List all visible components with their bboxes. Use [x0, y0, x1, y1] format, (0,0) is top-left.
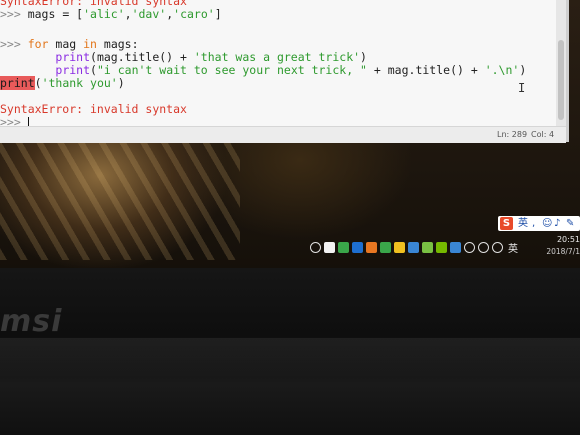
- volume-icon[interactable]: [492, 242, 503, 253]
- code-token: 'dav': [131, 7, 167, 21]
- shell-line: >>> mags = ['alic','dav','caro']: [0, 8, 222, 21]
- shell-prompt: >>>: [0, 37, 28, 51]
- ime-lang-indicator[interactable]: 英: [518, 216, 528, 231]
- code-token: ,: [124, 7, 132, 21]
- ime-skin-icon[interactable]: ✎: [566, 216, 574, 231]
- code-token: SyntaxError: invalid syntax: [0, 102, 187, 116]
- code-token: + mag.title() +: [366, 63, 485, 77]
- sogou-logo[interactable]: S: [500, 217, 513, 230]
- nvidia-icon[interactable]: [436, 242, 447, 253]
- media-icon[interactable]: [394, 242, 405, 253]
- code-token: (: [34, 76, 42, 90]
- browser-icon[interactable]: [366, 242, 377, 253]
- graphics-icon[interactable]: [422, 242, 433, 253]
- code-token: for: [27, 37, 49, 51]
- brand-logo: msi: [0, 304, 63, 339]
- ime-punct-icon[interactable]: ,: [532, 216, 535, 231]
- code-token: (mag.title() +: [90, 50, 194, 64]
- code-token: "i can't wait to see your next trick, ": [96, 63, 367, 77]
- code-token: (: [90, 63, 97, 77]
- code-token: 'that was a great trick': [193, 50, 361, 64]
- ime-voice-icon[interactable]: ♪: [554, 216, 560, 231]
- code-token: 'thank you': [41, 76, 118, 90]
- code-token: ): [117, 76, 125, 90]
- ime-emoji-icon[interactable]: ☺: [542, 216, 552, 231]
- scrollbar-thumb[interactable]: [558, 40, 564, 120]
- code-token: 'caro': [173, 7, 215, 21]
- status-bar: Ln: 289 Col: 4: [0, 126, 566, 143]
- code-token: mags:: [96, 37, 139, 51]
- python-idle-window: SyntaxError: invalid syntax >>> mags = ['…: [0, 0, 569, 143]
- shell-line: SyntaxError: invalid syntax: [0, 103, 187, 116]
- app-icon[interactable]: [352, 242, 363, 253]
- language-indicator[interactable]: 英: [508, 240, 518, 255]
- code-token: print: [55, 50, 91, 64]
- code-token: 'alic': [83, 7, 125, 21]
- code-token: mags = [: [27, 7, 84, 21]
- network-adapter-icon[interactable]: [408, 242, 419, 253]
- code-token: print: [55, 63, 91, 77]
- wifi-icon[interactable]: [478, 242, 489, 253]
- notification-icon[interactable]: [310, 242, 321, 253]
- code-token: ): [519, 63, 527, 77]
- shell-text-area[interactable]: SyntaxError: invalid syntax >>> mags = ['…: [0, 0, 555, 129]
- photo-of-screen: SyntaxError: invalid syntax >>> mags = ['…: [0, 0, 580, 435]
- code-token: ): [360, 50, 367, 64]
- column-number: Col: 4: [531, 130, 555, 139]
- code-token: '.\n': [484, 63, 520, 77]
- ime-toolbar[interactable]: S 英 , ☺ ♪ ✎: [498, 216, 580, 231]
- network-icon[interactable]: [464, 242, 475, 253]
- shell-line: print('thank you'): [0, 76, 125, 90]
- clock-date[interactable]: 2018/7/1: [534, 247, 580, 256]
- game-icon[interactable]: [380, 242, 391, 253]
- shield-icon[interactable]: [338, 242, 349, 253]
- code-token: ]: [214, 7, 222, 21]
- code-token: in: [83, 37, 97, 51]
- laptop-bezel: msi: [0, 268, 580, 435]
- mouse-ibeam-cursor: I: [518, 81, 526, 95]
- security-icon[interactable]: [324, 242, 335, 253]
- monitor-icon[interactable]: [450, 242, 461, 253]
- code-token: print: [0, 76, 35, 90]
- shell-prompt: >>>: [0, 7, 28, 21]
- clock-time[interactable]: 20:51: [544, 235, 580, 244]
- taskbar: S 英 , ☺ ♪ ✎ 英 20:51 2018/7/1: [300, 216, 580, 268]
- code-token: mag: [48, 37, 84, 51]
- line-number: Ln: 289: [497, 130, 528, 139]
